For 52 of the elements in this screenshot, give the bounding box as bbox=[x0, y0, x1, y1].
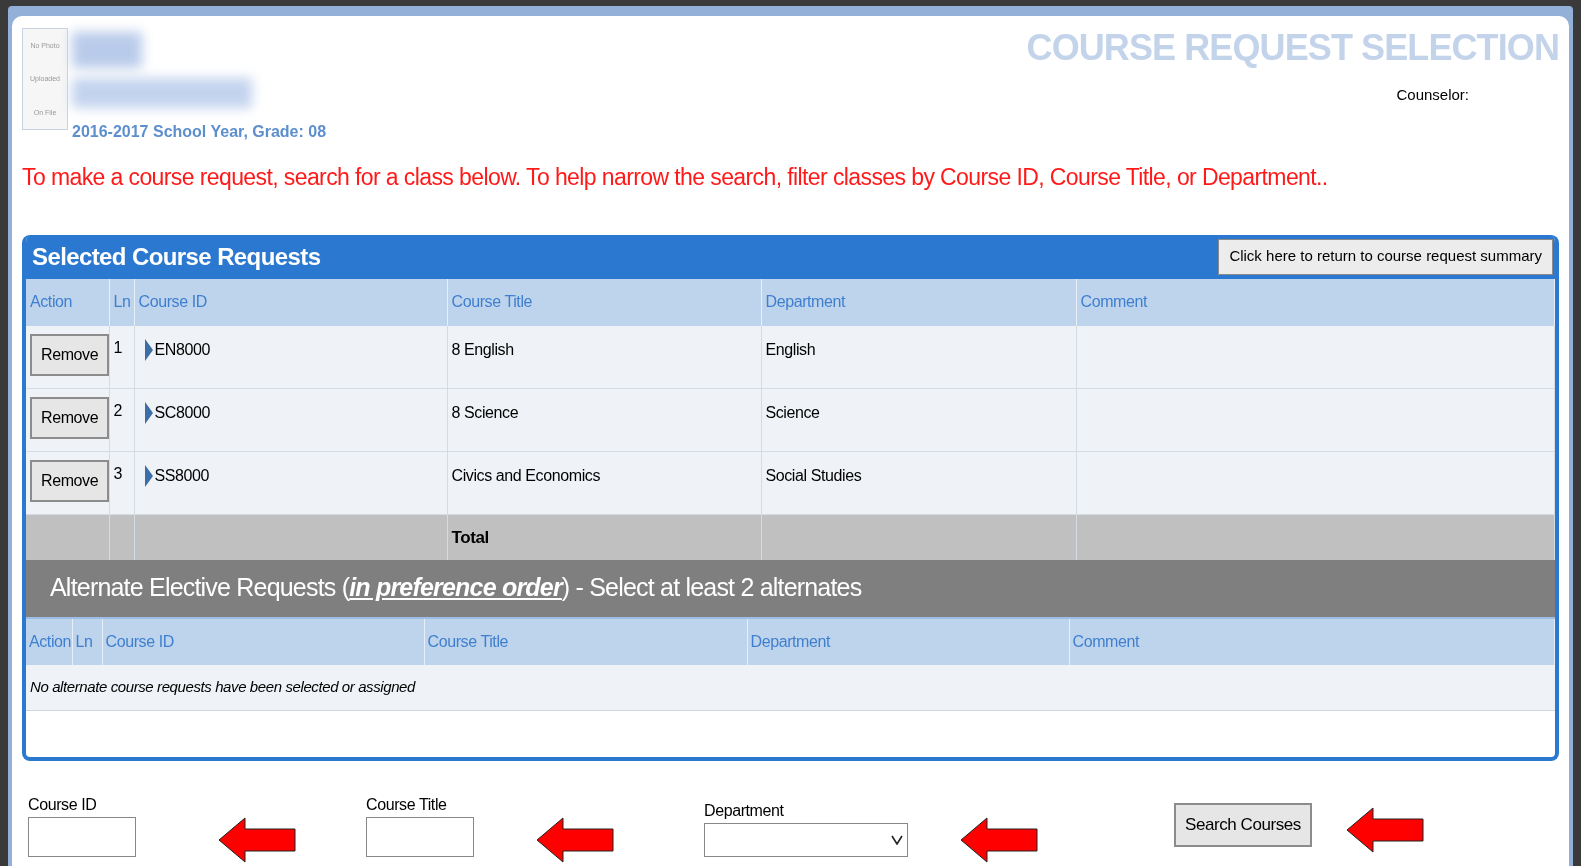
chevron-down-icon bbox=[891, 834, 903, 845]
department: English bbox=[765, 340, 816, 358]
column-header: Ln bbox=[113, 293, 131, 310]
column-header: Ln bbox=[75, 632, 93, 650]
department-dropdown[interactable] bbox=[704, 822, 908, 857]
course-title: 8 English bbox=[451, 340, 514, 358]
input-field[interactable] bbox=[28, 816, 136, 857]
course-id: SC8000 bbox=[154, 403, 210, 423]
section-title: Alternate Elective Requests (in preference order) - Select at least 2 alternates bbox=[50, 572, 862, 604]
remove-button[interactable]: Remove bbox=[30, 397, 110, 439]
column-header: Course Title bbox=[427, 632, 509, 650]
column-header: Comment bbox=[1072, 632, 1140, 650]
arrow-icon bbox=[218, 816, 296, 863]
column-header: Action bbox=[29, 632, 72, 650]
instruction-text: To make a course request, search for a class below. To help narrow the search, filter classes by Course ID, Course Title, or Department.. bbox=[22, 163, 1329, 192]
course-id: EN8000 bbox=[154, 339, 210, 360]
empty-message: No alternate course requests have been selected or assigned bbox=[30, 678, 415, 696]
input-field[interactable] bbox=[366, 816, 474, 857]
search-courses-button[interactable]: Search Courses bbox=[1174, 802, 1312, 847]
section-title: Selected Course Requests bbox=[32, 241, 321, 272]
counselor-label: Counselor: bbox=[1396, 85, 1469, 105]
expand-arrow-icon[interactable] bbox=[144, 338, 153, 361]
preference-order-link[interactable]: in preference order bbox=[349, 573, 562, 602]
column-header: Department bbox=[750, 632, 831, 650]
column-header: Comment bbox=[1080, 293, 1148, 310]
course-title: Civics and Economics bbox=[451, 467, 600, 484]
field-label: Course ID bbox=[28, 794, 98, 815]
column-header: Action bbox=[30, 293, 73, 310]
field-label: Department bbox=[704, 800, 785, 821]
expand-arrow-icon[interactable] bbox=[144, 402, 153, 424]
line-number: 1 bbox=[113, 338, 122, 356]
department: Social Studies bbox=[765, 467, 862, 484]
course-title: 8 Science bbox=[451, 404, 519, 421]
column-header: Course ID bbox=[138, 293, 207, 310]
arrow-icon bbox=[1345, 806, 1424, 853]
arrow-icon bbox=[960, 816, 1038, 863]
department: Science bbox=[765, 404, 820, 421]
return-summary-button[interactable]: Click here to return to course request summary bbox=[1218, 238, 1553, 275]
arrow-icon bbox=[536, 816, 614, 863]
total-label: Total bbox=[451, 527, 489, 547]
school-year-text: 2016-2017 School Year, Grade: 08 bbox=[72, 122, 327, 142]
expand-arrow-icon[interactable] bbox=[144, 465, 153, 487]
remove-button[interactable]: Remove bbox=[30, 460, 110, 502]
line-number: 3 bbox=[113, 465, 122, 482]
course-id: SS8000 bbox=[154, 466, 210, 486]
column-header: Course ID bbox=[105, 632, 174, 650]
field-label: Course Title bbox=[366, 794, 448, 815]
column-header: Department bbox=[765, 293, 846, 310]
page-title: COURSE REQUEST SELECTION bbox=[1026, 26, 1559, 70]
line-number: 2 bbox=[113, 402, 122, 419]
remove-button[interactable]: Remove bbox=[30, 333, 110, 376]
column-header: Course Title bbox=[451, 293, 533, 310]
